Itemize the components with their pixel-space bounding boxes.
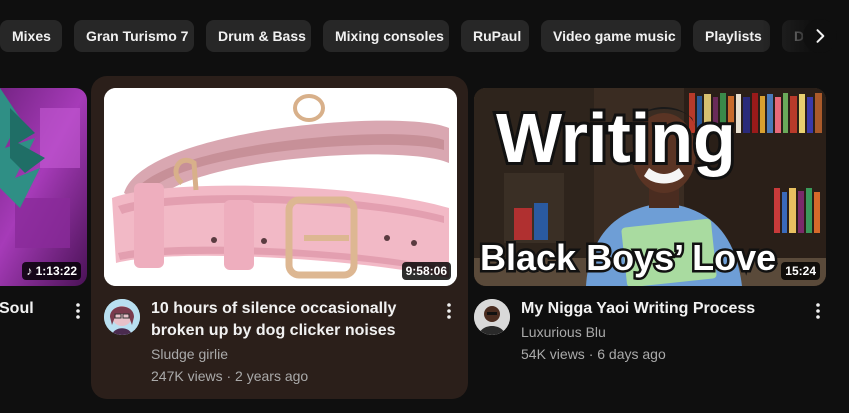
duration-badge: 9:58:06 [401,262,451,280]
video-title-line-1[interactable]: 10 hours of silence occasionally [151,298,396,320]
video-thumbnail[interactable]: Writing Black Boys’ Love 15:24 [474,88,826,286]
more-vert-icon [76,303,80,319]
video-card-2[interactable]: 9:58:06 10 hours of silence occasionally… [104,88,459,388]
chip-video-game-music[interactable]: Video game music [541,20,681,52]
chevron-right-icon [816,29,825,43]
channel-name[interactable]: Luxurious Blu [521,321,606,343]
channel-avatar[interactable] [474,299,510,335]
avatar-art [104,299,140,335]
chip-drum-and-bass[interactable]: Drum & Bass [206,20,311,52]
more-vert-icon [816,303,820,319]
video-title[interactable]: Soul [0,298,34,320]
more-actions-button[interactable] [810,299,826,323]
chip-mixes[interactable]: Mixes [0,20,62,52]
video-card-1[interactable]: ♪ 1:13:22 Soul [0,88,90,388]
thumbnail-art: Writing Black Boys’ Love [474,88,826,286]
video-thumbnail[interactable]: 9:58:06 [104,88,457,286]
video-thumbnail[interactable]: ♪ 1:13:22 [0,88,87,286]
more-vert-icon [447,303,451,319]
channel-name[interactable]: Sludge girlie [151,343,228,365]
avatar-art [474,299,510,335]
video-stats: 54K views · 6 days ago [521,346,666,362]
video-title-line-2[interactable]: broken up by dog clicker noises [151,320,396,342]
chip-mixing-consoles[interactable]: Mixing consoles [323,20,449,52]
thumbnail-text-top: Writing [496,99,736,177]
duration-badge: ♪ 1:13:22 [22,262,81,280]
more-actions-button[interactable] [70,299,86,323]
chip-rupaul[interactable]: RuPaul [461,20,529,52]
video-card-3[interactable]: Writing Black Boys’ Love 15:24 My Nigga … [474,88,834,388]
thumbnail-text-bottom: Black Boys’ Love [480,237,776,278]
thumbnail-art [0,88,87,286]
collar-image [104,88,457,286]
channel-avatar[interactable] [104,299,140,335]
duration-text: 1:13:22 [35,264,77,278]
video-title[interactable]: My Nigga Yaoi Writing Process [521,298,755,320]
music-note-icon: ♪ [26,264,36,278]
chip-gran-turismo-7[interactable]: Gran Turismo 7 [74,20,194,52]
chip-bar: Mixes Gran Turismo 7 Drum & Bass Mixing … [0,0,849,70]
video-stats: 247K views · 2 years ago [151,368,309,384]
duration-badge: 15:24 [781,262,820,280]
chip-scroll-right-button[interactable] [803,19,837,53]
more-actions-button[interactable] [441,299,457,323]
